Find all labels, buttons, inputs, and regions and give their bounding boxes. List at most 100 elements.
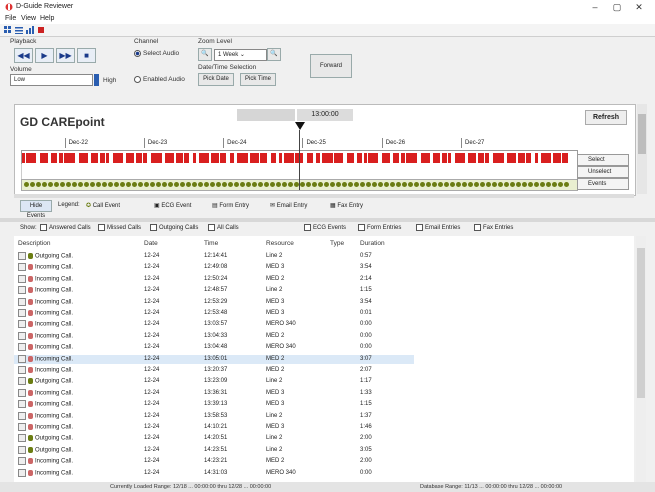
filter-missed-calls[interactable]: Missed Calls (98, 224, 141, 231)
stop-button[interactable]: ■ (77, 48, 96, 63)
call-event-icon[interactable] (426, 182, 431, 187)
call-event-icon[interactable] (36, 182, 41, 187)
expand-icon[interactable] (18, 343, 26, 352)
filter-fax-entries[interactable]: Fax Entries (474, 224, 513, 231)
call-event-icon[interactable] (342, 182, 347, 187)
table-row[interactable]: Incoming Call. 12-24 14:23:21 MED 2 2:00 (14, 457, 414, 466)
call-event-icon[interactable] (336, 182, 341, 187)
call-event-icon[interactable] (252, 182, 257, 187)
table-vertical-scrollbar[interactable] (636, 236, 646, 482)
call-event-icon[interactable] (402, 182, 407, 187)
column-header-duration[interactable]: Duration (360, 240, 385, 247)
call-event-icon[interactable] (108, 182, 113, 187)
expand-icon[interactable] (18, 445, 26, 454)
expand-icon[interactable] (18, 274, 26, 283)
call-event-icon[interactable] (270, 182, 275, 187)
call-event-icon[interactable] (84, 182, 89, 187)
filter-ecg-events[interactable]: ECG Events (304, 224, 346, 231)
call-event-icon[interactable] (444, 182, 449, 187)
call-event-icon[interactable] (450, 182, 455, 187)
pick-date-button[interactable]: Pick Date (198, 73, 234, 86)
expand-icon[interactable] (18, 400, 26, 409)
call-event-icon[interactable] (534, 182, 539, 187)
call-event-icon[interactable] (468, 182, 473, 187)
call-event-icon[interactable] (396, 182, 401, 187)
timeline-horizontal-scrollbar[interactable] (14, 194, 634, 198)
table-row[interactable]: Incoming Call. 12-24 12:53:29 MED 3 3:54 (14, 297, 414, 307)
expand-icon[interactable] (18, 388, 26, 397)
expand-icon[interactable] (18, 468, 26, 477)
call-event-icon[interactable] (438, 182, 443, 187)
call-event-icon[interactable] (126, 182, 131, 187)
table-row[interactable]: Incoming Call. 12-24 13:05:01 MED 2 3:07 (14, 354, 414, 364)
call-event-icon[interactable] (390, 182, 395, 187)
stop-icon[interactable] (37, 26, 45, 34)
column-header-resource[interactable]: Resource (266, 240, 294, 247)
table-row[interactable]: Incoming Call. 12-24 12:48:57 Line 2 1:15 (14, 286, 414, 295)
zoom-level-select[interactable]: 1 Week ⌄ (214, 49, 267, 61)
expand-icon[interactable] (18, 411, 26, 420)
pick-time-button[interactable]: Pick Time (240, 73, 276, 86)
call-event-icon[interactable] (222, 182, 227, 187)
call-event-icon[interactable] (486, 182, 491, 187)
table-row[interactable]: Incoming Call. 12-24 14:10:21 MED 3 1:46 (14, 423, 414, 432)
call-event-icon[interactable] (348, 182, 353, 187)
column-header-type[interactable]: Type (330, 240, 344, 247)
call-event-icon[interactable] (516, 182, 521, 187)
call-event-icon[interactable] (462, 182, 467, 187)
column-header-date[interactable]: Date (144, 240, 158, 247)
call-event-icon[interactable] (276, 182, 281, 187)
call-event-icon[interactable] (258, 182, 263, 187)
call-event-icon[interactable] (288, 182, 293, 187)
call-event-icon[interactable] (216, 182, 221, 187)
call-event-icon[interactable] (306, 182, 311, 187)
call-event-icon[interactable] (504, 182, 509, 187)
expand-icon[interactable] (18, 354, 26, 363)
table-row[interactable]: Incoming Call. 12-24 13:04:48 MERO 340 0:00 (14, 343, 414, 352)
call-event-icon[interactable] (138, 182, 143, 187)
filter-answered-calls[interactable]: Answered Calls (40, 224, 91, 231)
call-event-icon[interactable] (300, 182, 305, 187)
call-event-icon[interactable] (30, 182, 35, 187)
call-event-icon[interactable] (186, 182, 191, 187)
expand-icon[interactable] (18, 423, 26, 431)
expand-icon[interactable] (18, 263, 26, 272)
call-event-icon[interactable] (378, 182, 383, 187)
table-row[interactable]: Outgoing Call. 12-24 14:20:51 Line 2 2:00 (14, 434, 414, 443)
call-event-icon[interactable] (264, 182, 269, 187)
call-event-icon[interactable] (132, 182, 137, 187)
volume-slider[interactable]: Low (10, 74, 93, 86)
call-event-icon[interactable] (48, 182, 53, 187)
call-event-icon[interactable] (102, 182, 107, 187)
hide-events-button[interactable]: Hide Events (20, 200, 52, 219)
call-event-icon[interactable] (150, 182, 155, 187)
expand-icon[interactable] (18, 320, 26, 329)
call-event-icon[interactable] (372, 182, 377, 187)
channel-select-audio[interactable]: Select Audio (134, 50, 179, 57)
menu-file[interactable]: File (5, 15, 16, 22)
events-button[interactable]: Events (577, 178, 629, 190)
scroll-thumb[interactable] (638, 114, 646, 154)
chart-icon[interactable] (26, 26, 34, 34)
channel-enabled-audio[interactable]: Enabled Audio (134, 76, 185, 83)
call-event-icon[interactable] (168, 182, 173, 187)
time-marker-icon[interactable] (295, 122, 305, 130)
call-event-icon[interactable] (354, 182, 359, 187)
call-event-icon[interactable] (528, 182, 533, 187)
call-event-icon[interactable] (414, 182, 419, 187)
unselect-button[interactable]: Unselect (577, 166, 629, 178)
call-event-icon[interactable] (492, 182, 497, 187)
table-row[interactable]: Outgoing Call. 12-24 14:23:51 Line 2 3:05 (14, 445, 414, 455)
call-event-icon[interactable] (228, 182, 233, 187)
play-button[interactable]: ▶ (35, 48, 54, 63)
call-event-icon[interactable] (408, 182, 413, 187)
expand-icon[interactable] (18, 309, 26, 317)
call-event-icon[interactable] (24, 182, 29, 187)
expand-icon[interactable] (18, 331, 26, 340)
close-button[interactable]: ✕ (628, 1, 650, 13)
select-button[interactable]: Select (577, 154, 629, 166)
minimize-button[interactable]: – (584, 1, 606, 13)
call-event-icon[interactable] (564, 182, 569, 187)
call-event-icon[interactable] (180, 182, 185, 187)
table-row[interactable]: Incoming Call. 12-24 13:39:13 MED 3 1:15 (14, 400, 414, 409)
